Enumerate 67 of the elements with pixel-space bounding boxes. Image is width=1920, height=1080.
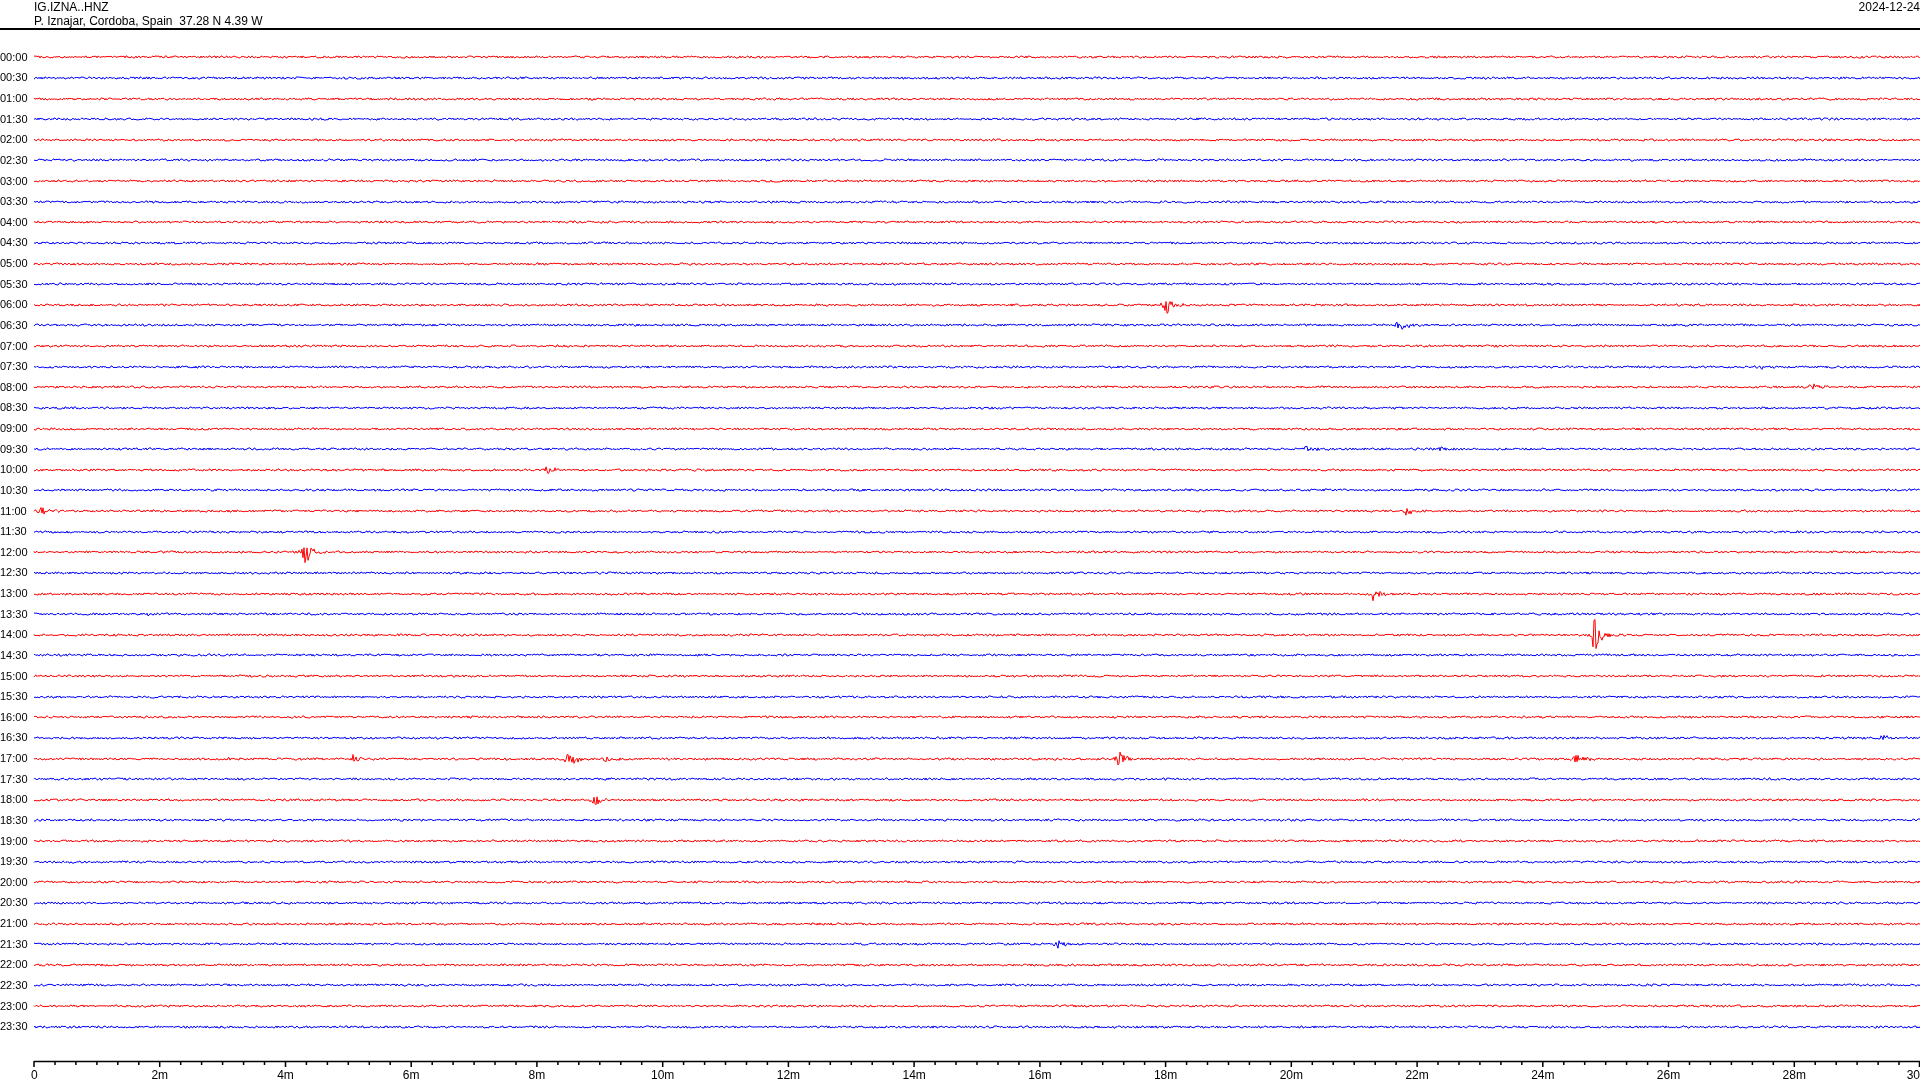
- time-label: 15:00: [0, 669, 29, 683]
- time-label: 21:30: [0, 937, 29, 951]
- time-label: 11:00: [0, 504, 28, 518]
- time-label: 13:00: [0, 587, 29, 601]
- time-label: 23:00: [0, 999, 29, 1013]
- axis-label: 24m: [1531, 1068, 1555, 1080]
- time-label: 09:00: [0, 422, 29, 436]
- axis-label: 4m: [277, 1068, 294, 1080]
- time-label: 12:00: [0, 545, 29, 559]
- time-label: 13:30: [0, 607, 29, 621]
- time-label: 10:30: [0, 483, 29, 497]
- axis-label: 26m: [1656, 1068, 1681, 1080]
- time-label: 05:30: [0, 277, 29, 291]
- time-label: 20:00: [0, 875, 29, 889]
- time-label: 06:30: [0, 318, 29, 332]
- axis-label: 6m: [402, 1068, 420, 1080]
- time-label: 03:30: [0, 195, 29, 209]
- axis-label: 30: [1906, 1068, 1920, 1080]
- time-label: 12:30: [0, 566, 29, 580]
- axis-label: 8m: [528, 1068, 546, 1080]
- date-label: 2024-12-24: [1858, 0, 1920, 14]
- axis-label: 22m: [1405, 1068, 1429, 1080]
- axis-label: 0: [31, 1068, 38, 1080]
- time-label: 23:30: [0, 1020, 29, 1034]
- time-label: 06:00: [0, 298, 29, 312]
- time-label: 02:30: [0, 153, 29, 167]
- time-label: 08:00: [0, 380, 29, 394]
- time-label: 17:30: [0, 772, 29, 786]
- time-label: 10:00: [0, 463, 29, 477]
- time-label: 22:30: [0, 978, 29, 992]
- time-label: 15:30: [0, 690, 29, 704]
- time-label: 01:00: [0, 92, 29, 106]
- time-label: 16:00: [0, 710, 29, 724]
- time-label: 11:30: [0, 525, 28, 539]
- time-label: 04:30: [0, 236, 29, 250]
- time-label: 00:00: [0, 50, 29, 64]
- time-label: 00:30: [0, 71, 29, 85]
- axis-label: 20m: [1279, 1068, 1303, 1080]
- time-label: 22:00: [0, 958, 29, 972]
- time-label: 18:30: [0, 813, 29, 827]
- time-label: 17:00: [0, 752, 29, 766]
- time-label: 01:30: [0, 112, 29, 126]
- station-code: IG.IZNA..HNZ: [34, 0, 110, 14]
- time-label: 20:30: [0, 896, 29, 910]
- axis-label: 18m: [1153, 1068, 1178, 1080]
- axis-label: 16m: [1028, 1068, 1052, 1080]
- time-label: 04:00: [0, 215, 29, 229]
- axis-label: 2m: [151, 1068, 169, 1080]
- axis-label: 10m: [651, 1068, 675, 1080]
- axis-label: 14m: [902, 1068, 926, 1080]
- axis-label: 28m: [1782, 1068, 1806, 1080]
- time-label: 16:30: [0, 731, 29, 745]
- time-label: 02:00: [0, 133, 29, 147]
- time-label: 19:00: [0, 834, 29, 848]
- station-location: P. Iznajar, Cordoba, Spain 37.28 N 4.39 W: [34, 14, 263, 28]
- time-label: 19:30: [0, 855, 29, 869]
- time-label: 07:00: [0, 339, 29, 353]
- time-label: 14:30: [0, 648, 29, 662]
- time-label: 14:00: [0, 628, 29, 642]
- time-label: 03:00: [0, 174, 29, 188]
- time-label: 21:00: [0, 917, 29, 931]
- time-label: 08:30: [0, 401, 29, 415]
- time-label: 07:30: [0, 360, 29, 374]
- axis-label: 12m: [776, 1068, 801, 1080]
- time-label: 18:00: [0, 793, 29, 807]
- time-label: 05:00: [0, 257, 29, 271]
- time-label: 09:30: [0, 442, 29, 456]
